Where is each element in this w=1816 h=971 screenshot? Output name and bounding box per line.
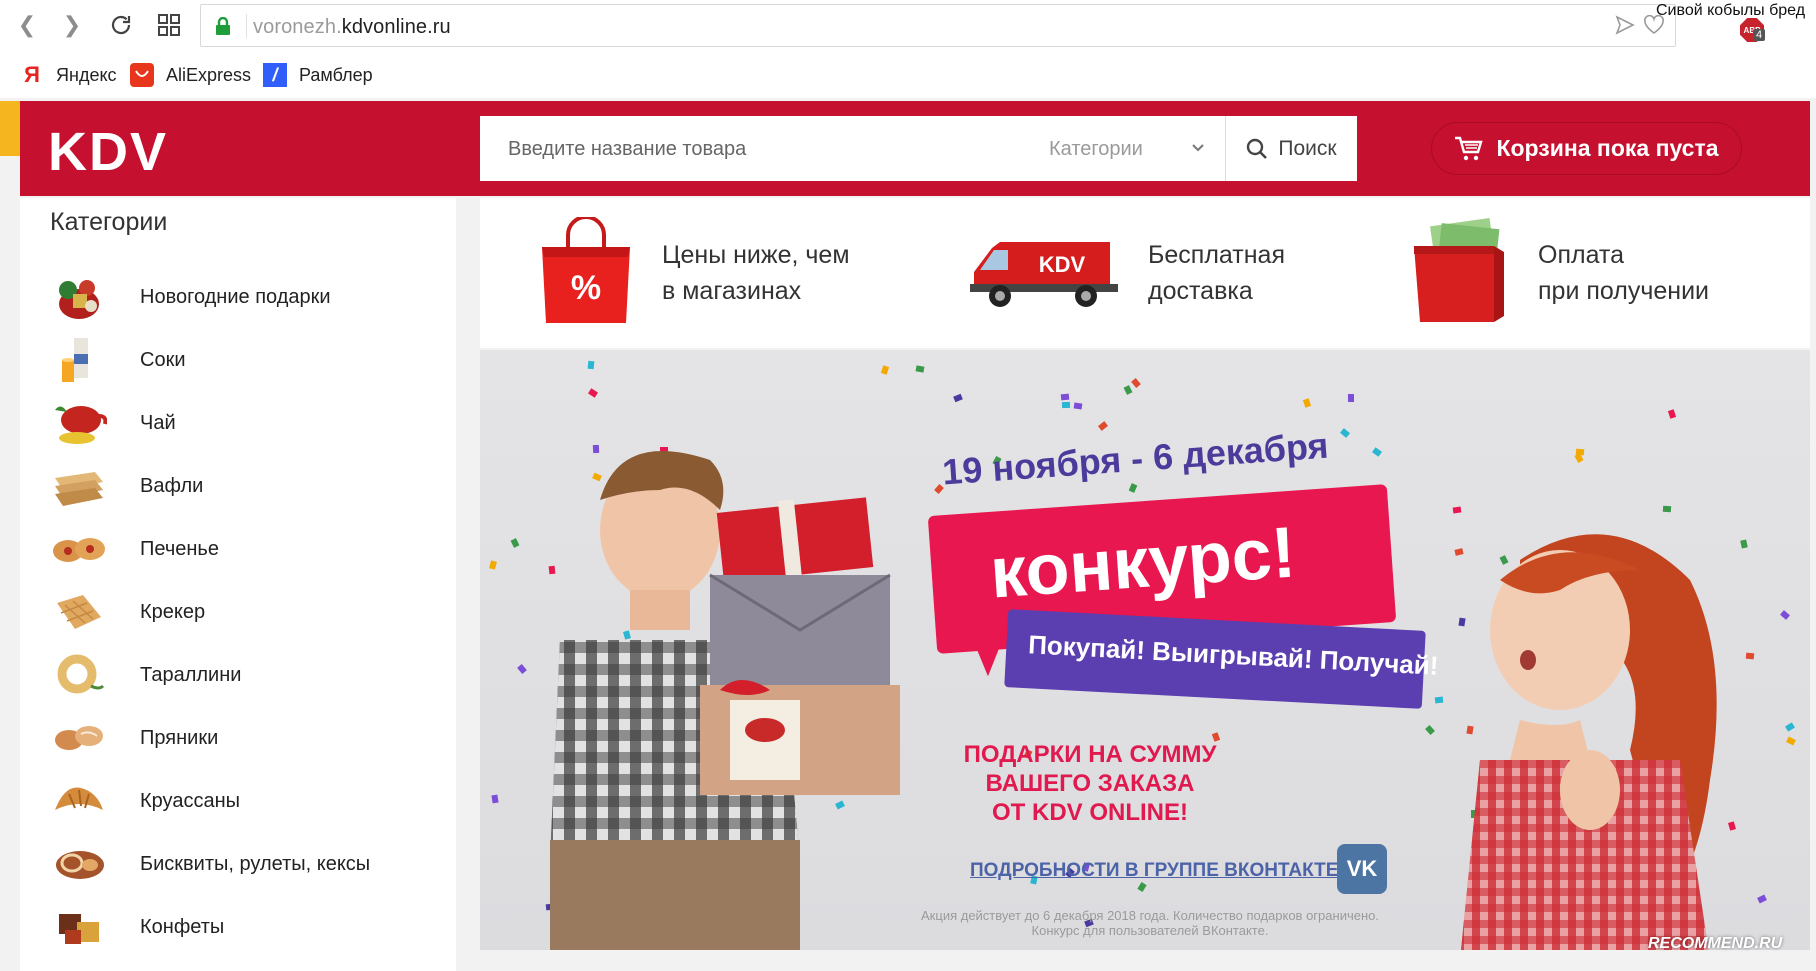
site-header: KDV Введите название товара Категории По… (20, 101, 1810, 196)
kdv-logo[interactable]: KDV (48, 121, 168, 183)
confetti-piece (1372, 447, 1382, 457)
confetti-piece (489, 560, 497, 570)
confetti-piece (1667, 409, 1677, 419)
boy-with-gifts-illustration (550, 451, 900, 950)
confetti-piece (915, 365, 925, 373)
reload-icon[interactable] (104, 8, 138, 42)
adblock-icon[interactable]: ABP 4 (1740, 18, 1766, 42)
bookmarks-bar: Я Яндекс AliExpress / Рамблер (0, 52, 1816, 98)
sidebar-item-tea[interactable]: Чай (50, 394, 450, 452)
cookie-icon (50, 523, 108, 575)
wallet-icon (1410, 216, 1510, 331)
confetti-piece (1662, 505, 1672, 513)
watermark: RECOMMEND.RU (1648, 935, 1783, 952)
confetti-piece (880, 365, 890, 375)
feature-free-delivery: KDV Бесплатная доставка (970, 198, 1285, 348)
confetti-piece (491, 794, 499, 804)
sidebar-item-tarallini[interactable]: Тараллини (50, 646, 450, 704)
promo-banner[interactable]: 19 ноября - 6 декабря конкурс! Покупай! … (480, 350, 1810, 950)
croissant-icon (50, 775, 108, 827)
category-select[interactable]: Категории (1049, 138, 1143, 161)
vk-icon[interactable]: VK (1337, 844, 1387, 894)
adblock-count-badge: 4 (1753, 29, 1766, 41)
address-bar[interactable]: voronezh.kdvonline.ru (200, 4, 1676, 47)
sidebar-item-new-year-gifts[interactable]: Новогодние подарки (50, 268, 450, 326)
gift-basket-icon (50, 271, 108, 323)
bookmark-rambler[interactable]: / Рамблер (263, 62, 373, 88)
sidebar-item-candy[interactable]: Конфеты (50, 898, 450, 956)
confetti-piece (1137, 882, 1147, 892)
confetti-piece (1131, 378, 1141, 388)
url-text: voronezh.kdvonline.ru (253, 16, 451, 38)
search-form: Введите название товара Категории Поиск (480, 116, 1357, 181)
confetti-piece (1780, 610, 1790, 620)
confetti-piece (1340, 428, 1350, 438)
sidebar-item-cookies[interactable]: Печенье (50, 520, 450, 578)
confetti-piece (1060, 393, 1070, 401)
bookmark-aliexpress[interactable]: AliExpress (130, 62, 251, 88)
confetti-piece (1786, 736, 1796, 746)
rambler-icon: / (263, 63, 287, 87)
gingerbread-icon (50, 712, 108, 764)
girl-illustration (1461, 534, 1717, 950)
confetti-piece (1452, 506, 1462, 514)
browser-toolbar: ❮ ❯ voronezh.kdvonline.ru Сивой кобылы б… (0, 0, 1816, 52)
sidebar-item-sponge-cakes[interactable]: Бисквиты, рулеты, кексы (50, 835, 450, 893)
search-icon (1247, 138, 1268, 159)
confetti-piece (510, 538, 520, 548)
confetti-piece (1061, 401, 1071, 409)
juice-icon (50, 334, 108, 386)
promo-gifts-text: ПОДАРКИ НА СУММУ ВАШЕГО ЗАКАЗА ОТ KDV ON… (963, 741, 1217, 826)
feature-low-prices: % Цены ниже, чем в магазинах (538, 198, 850, 348)
cart-icon (1455, 136, 1484, 160)
confetti-piece (1425, 725, 1435, 735)
sidebar-item-croissants[interactable]: Круассаны (50, 772, 450, 830)
cart-button[interactable]: Корзина пока пуста (1431, 122, 1742, 175)
search-input[interactable]: Введите название товара (508, 138, 746, 161)
sidebar-item-waffles[interactable]: Вафли (50, 457, 450, 515)
send-icon[interactable] (1615, 15, 1635, 40)
yandex-icon: Я (24, 62, 40, 87)
svg-text:%: % (571, 269, 601, 307)
confetti-piece (588, 388, 598, 398)
back-icon[interactable]: ❮ (10, 8, 44, 42)
confetti-piece (1073, 402, 1083, 410)
bookmark-yandex[interactable]: Я Яндекс (20, 62, 116, 88)
candy-icon (50, 901, 108, 953)
sidebar-item-juices[interactable]: Соки (50, 331, 450, 389)
sponge-cake-icon (50, 838, 108, 890)
confetti-piece (587, 360, 595, 370)
search-button[interactable]: Поиск (1226, 116, 1357, 181)
shopping-bag-percent-icon: % (538, 214, 634, 330)
categories-sidebar: Категории Новогодние подарки Соки Чай Ва… (20, 198, 456, 971)
sidebar-title: Категории (50, 208, 168, 236)
lock-icon (215, 16, 231, 41)
tea-icon (50, 397, 108, 449)
chevron-down-icon[interactable] (1191, 140, 1205, 158)
feature-pay-on-delivery: Оплата при получении (1410, 198, 1709, 348)
sidebar-item-crackers[interactable]: Крекер (50, 583, 450, 641)
waffle-icon (50, 460, 108, 512)
confetti-piece (1098, 421, 1108, 431)
confetti-piece (1302, 398, 1312, 408)
confetti-piece (953, 393, 963, 403)
sidebar-item-gingerbread[interactable]: Пряники (50, 709, 450, 767)
delivery-van-icon: KDV (970, 232, 1120, 315)
vk-group-link[interactable]: ПОДРОБНОСТИ В ГРУППЕ ВКОНТАКТЕ (970, 860, 1338, 882)
promo-dates: 19 ноября - 6 декабря (941, 424, 1330, 493)
aliexpress-icon (130, 63, 154, 87)
confetti-piece (1128, 483, 1138, 493)
forward-icon[interactable]: ❯ (55, 8, 89, 42)
tabs-grid-icon[interactable] (152, 8, 186, 42)
page-edge-strip (0, 101, 20, 156)
tarallini-icon (50, 649, 108, 701)
features-bar: % Цены ниже, чем в магазинах KDV Бесплатн… (480, 198, 1810, 348)
promo-disclaimer: Акция действует до 6 декабря 2018 года. … (921, 908, 1379, 938)
confetti-piece (1123, 385, 1133, 395)
confetti-piece (1347, 393, 1355, 403)
cracker-icon (50, 586, 108, 638)
svg-text:KDV: KDV (1039, 252, 1086, 277)
confetti-piece (1785, 722, 1795, 732)
tab-title: Сивой кобылы бред (1656, 2, 1806, 19)
